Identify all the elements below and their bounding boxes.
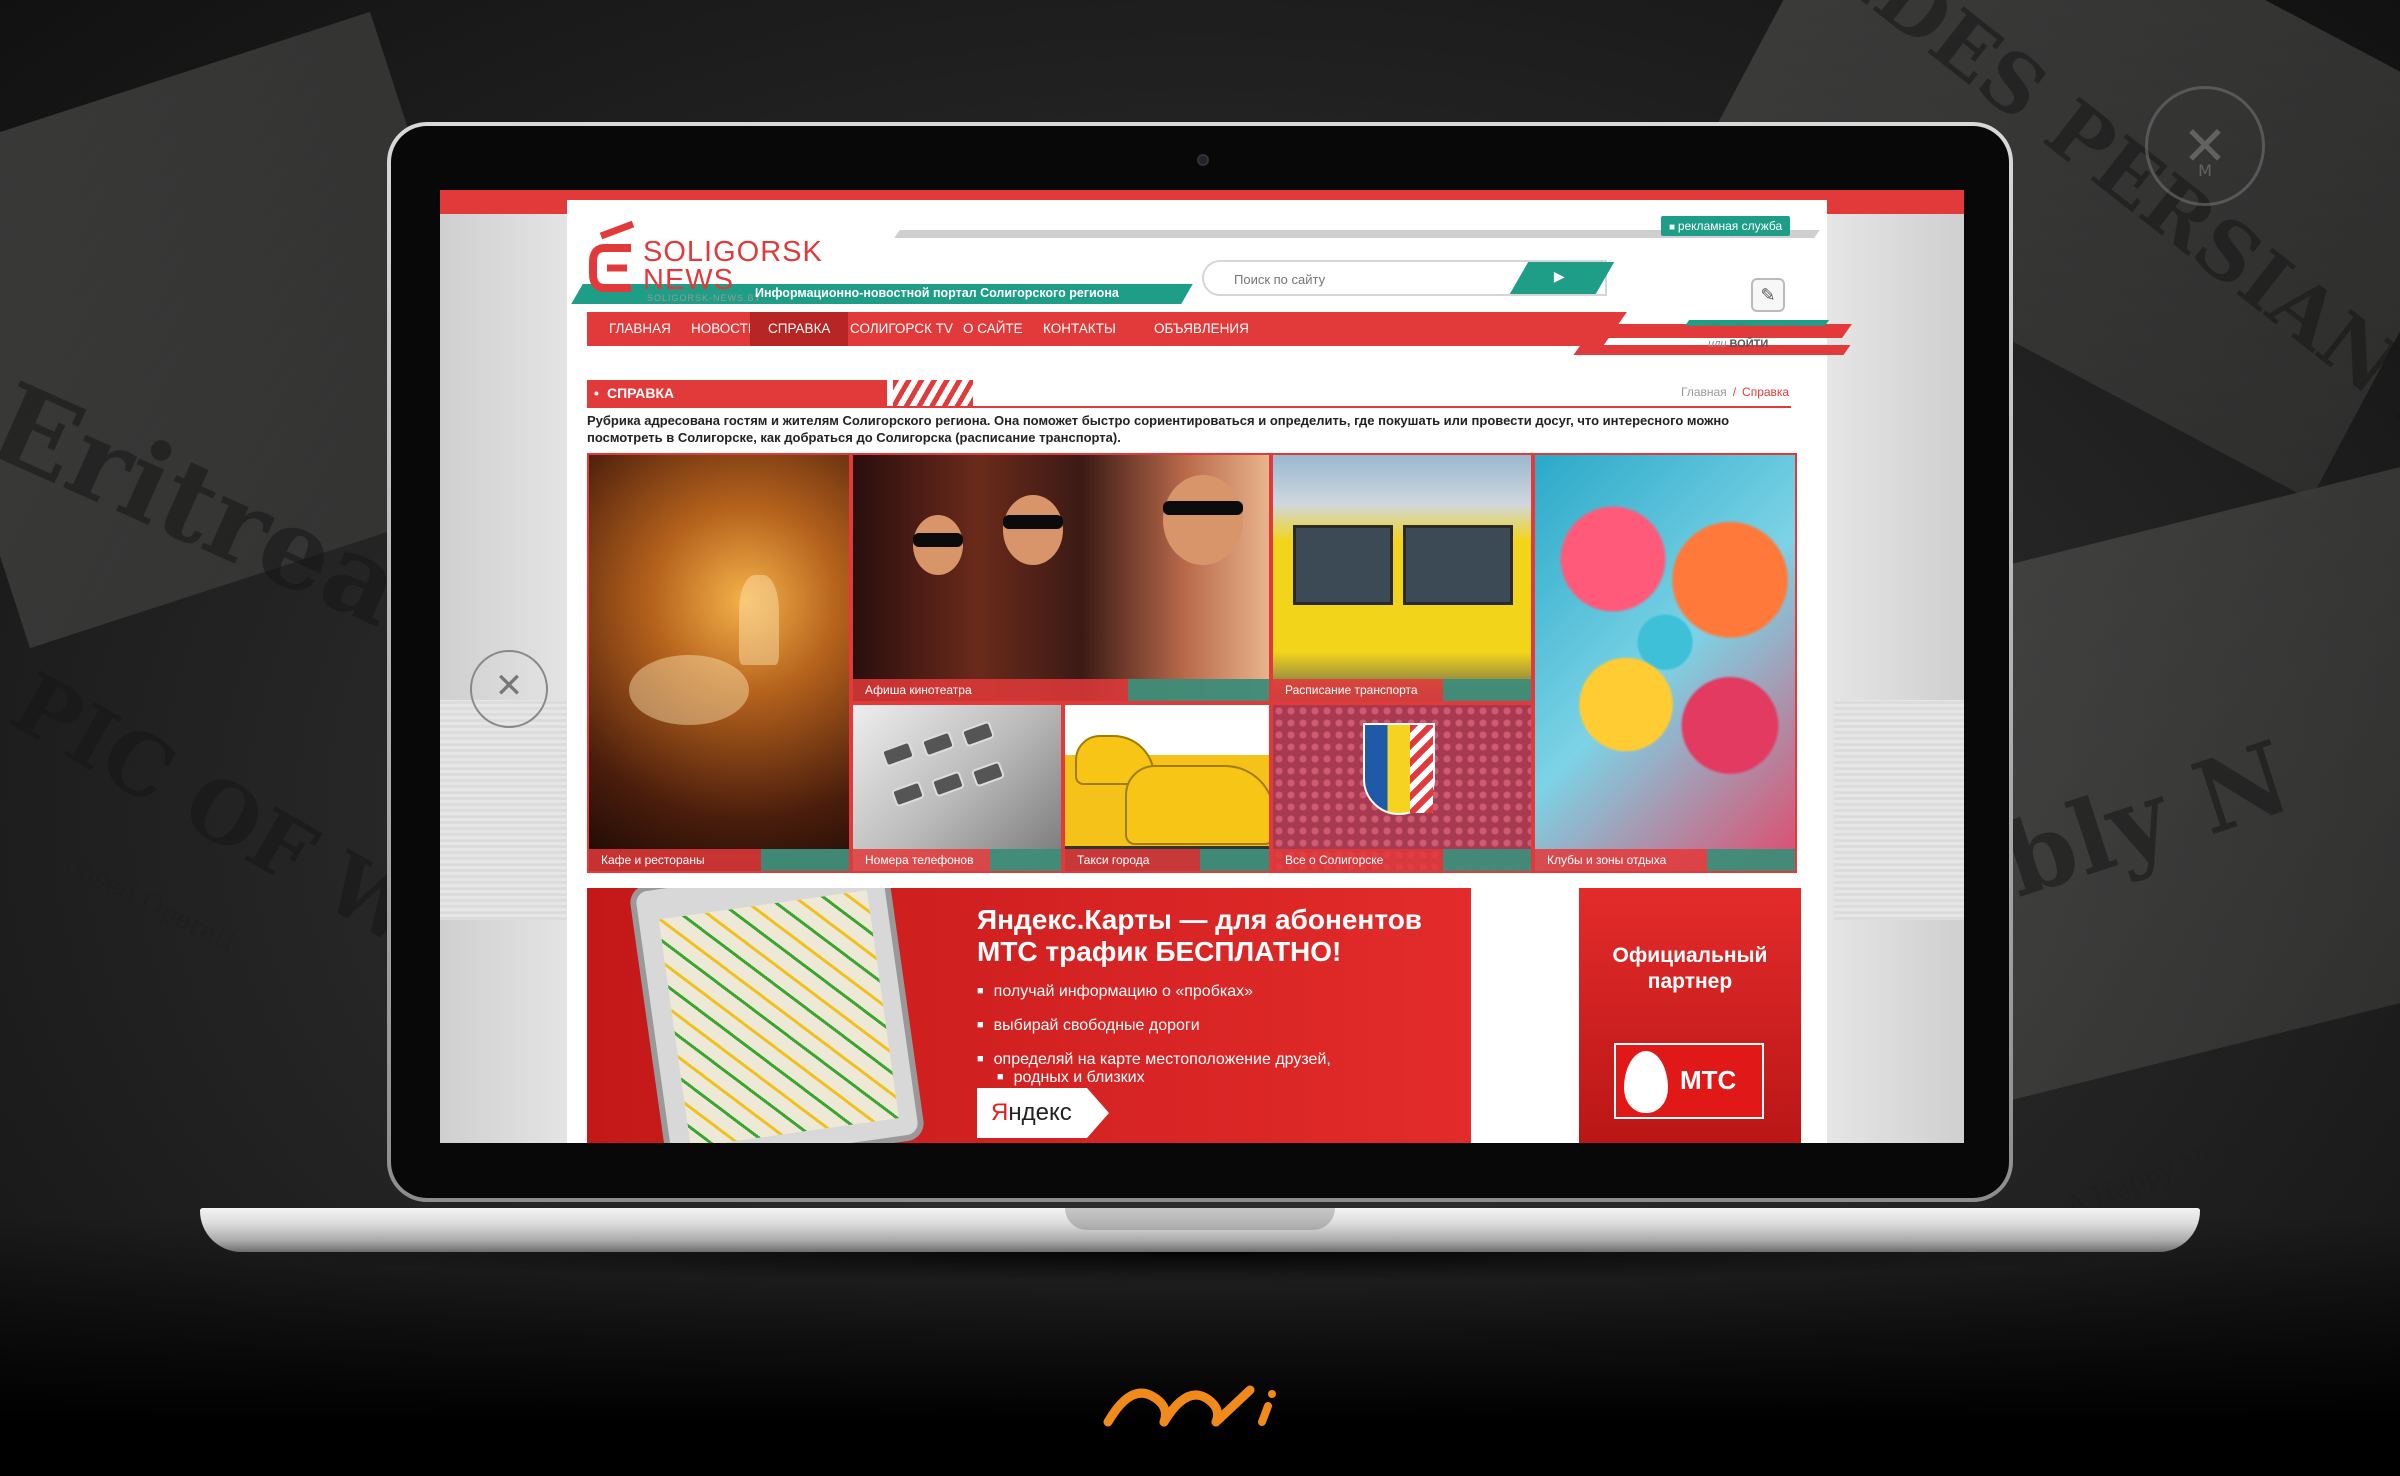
map-image	[658, 890, 899, 1143]
banner-bullet-cont: родных и близких	[977, 1068, 1145, 1087]
search-input[interactable]	[1234, 268, 1514, 290]
partner-label-line1: Официальный	[1612, 944, 1768, 967]
site-logo-icon[interactable]	[587, 218, 639, 300]
tile-phones[interactable]: Номера телефонов	[851, 703, 1063, 873]
banner-title: Яндекс.Карты — для абонентов МТС трафик …	[977, 904, 1422, 968]
register-link[interactable]: ЗАРЕГИСТРИРОВАТЬСЯ	[1685, 324, 1819, 336]
breadcrumb-separator: /	[1732, 385, 1737, 399]
keypad-key	[920, 730, 956, 758]
tile-bus[interactable]: Расписание транспорта	[1271, 453, 1533, 703]
tile-caption: Все о Солигорске	[1273, 849, 1531, 871]
search-button[interactable]: ▶	[1509, 262, 1615, 294]
arrow-right-icon: ▶	[1553, 268, 1565, 284]
login-or: или	[1708, 338, 1727, 350]
webcam	[1197, 154, 1209, 166]
breadcrumb: Главная / Справка	[1681, 385, 1789, 399]
yandex-logo-y: Я	[991, 1099, 1009, 1126]
tile-caption: Кафе и рестораны	[589, 849, 849, 871]
3d-glasses-image	[1003, 515, 1063, 529]
tile-cafe[interactable]: Кафе и рестораны	[587, 453, 851, 873]
section-title: СПРАВКА	[587, 380, 887, 406]
taxi-car-image	[1125, 765, 1269, 845]
tile-clubs[interactable]: Клубы и зоны отдыха	[1533, 453, 1797, 873]
keypad-key	[960, 720, 996, 748]
viewer-image	[1163, 475, 1243, 565]
city-crest-icon	[1363, 723, 1435, 815]
keypad-key	[880, 740, 916, 768]
nav-item-ads[interactable]: ОБЪЯВЛЕНИЯ	[1136, 312, 1267, 346]
newspaper-headline: PIC OF W	[0, 652, 440, 967]
bus-window	[1403, 525, 1513, 605]
keypad-key	[970, 760, 1006, 788]
tile-caption: Такси города	[1065, 849, 1269, 871]
document-icon[interactable]: ✎	[1751, 278, 1785, 312]
partner-label-line2: партнер	[1647, 970, 1733, 993]
site-tagline: Информационно-новостной портал Солигорск…	[755, 286, 1119, 300]
breadcrumb-home[interactable]: Главная	[1681, 385, 1727, 399]
tile-taxi[interactable]: Такси города	[1063, 703, 1271, 873]
tile-caption: Афиша кинотеатра	[853, 679, 1269, 701]
breadcrumb-current: Справка	[1742, 385, 1790, 399]
login-line: или ВОЙТИ	[1708, 338, 1768, 350]
tile-cinema[interactable]: Афиша кинотеатра	[851, 453, 1271, 703]
main-nav: ГЛАВНАЯ НОВОСТИ СПРАВКА СОЛИГОРСК TV О С…	[587, 312, 1587, 346]
laptop-screen: ✕ рекламная служба SOLIGORSK NEWS SOLIGO…	[440, 190, 1964, 1143]
yandex-logo-rest: ндекс	[1008, 1099, 1072, 1126]
logo-domain: SOLIGORSK-NEWS.BY	[647, 293, 762, 303]
intro-text: Рубрика адресована гостям и жителям Соли…	[587, 413, 1730, 445]
section-divider	[587, 406, 1791, 408]
section-decoration	[893, 380, 973, 406]
banner-title-line1: Яндекс.Карты — для абонентов	[977, 904, 1423, 935]
nav-item-contacts[interactable]: КОНТАКТЫ	[1025, 312, 1134, 346]
mts-logo-text: МТС	[1680, 1065, 1737, 1095]
yandex-logo[interactable]: Яндекс	[977, 1088, 1109, 1138]
brand-logo-icon	[1103, 1385, 1276, 1427]
login-link[interactable]: ВОЙТИ	[1730, 338, 1769, 350]
side-decoration-left	[440, 700, 570, 920]
laptop-shadow	[240, 1252, 2160, 1282]
tile-caption: Клубы и зоны отдыха	[1535, 849, 1795, 871]
category-grid: Кафе и рестораны Афиша кинотеатра Распис…	[587, 453, 1797, 873]
keypad-key	[890, 780, 926, 808]
search-box: ▶	[1202, 260, 1615, 296]
laptop-notch	[1065, 1208, 1335, 1230]
brand-stamp-icon: ✕ M	[2145, 86, 2265, 206]
banner-bullet: получай информацию о «пробках»	[977, 982, 1253, 1001]
3d-glasses-image	[1163, 501, 1243, 515]
mts-egg-icon	[1624, 1051, 1668, 1113]
website-page: рекламная служба SOLIGORSK NEWS SOLIGORS…	[567, 200, 1852, 1143]
mts-yandex-banner[interactable]: Яндекс.Карты — для абонентов МТС трафик …	[587, 888, 1471, 1143]
brand-stamp-icon: ✕	[470, 650, 548, 728]
tile-caption: Номера телефонов	[853, 849, 1061, 871]
plate-image	[629, 655, 749, 725]
tile-town[interactable]: Все о Солигорске	[1271, 703, 1533, 873]
side-decoration-right	[1834, 700, 1964, 920]
viewer-image	[1003, 495, 1063, 565]
banner-bullet: определяй на карте местоположение друзей…	[977, 1050, 1331, 1069]
partner-label: Официальный партнер	[1579, 943, 1801, 995]
keypad-key	[930, 770, 966, 798]
mts-logo: МТС	[1614, 1043, 1764, 1119]
banner-bullet: выбирай свободные дороги	[977, 1016, 1200, 1035]
phone-map-image	[628, 888, 926, 1143]
banner-title-line2: МТС трафик БЕСПЛАТНО!	[977, 936, 1342, 967]
3d-glasses-image	[913, 533, 963, 547]
newspaper-text: A Happy New Year	[2062, 1108, 2306, 1222]
glass-image	[739, 575, 779, 665]
bus-window	[1293, 525, 1393, 605]
ad-service-link[interactable]: рекламная служба	[1661, 216, 1791, 236]
tile-caption: Расписание транспорта	[1273, 679, 1531, 701]
official-partner-banner[interactable]: Официальный партнер МТС	[1579, 888, 1801, 1143]
